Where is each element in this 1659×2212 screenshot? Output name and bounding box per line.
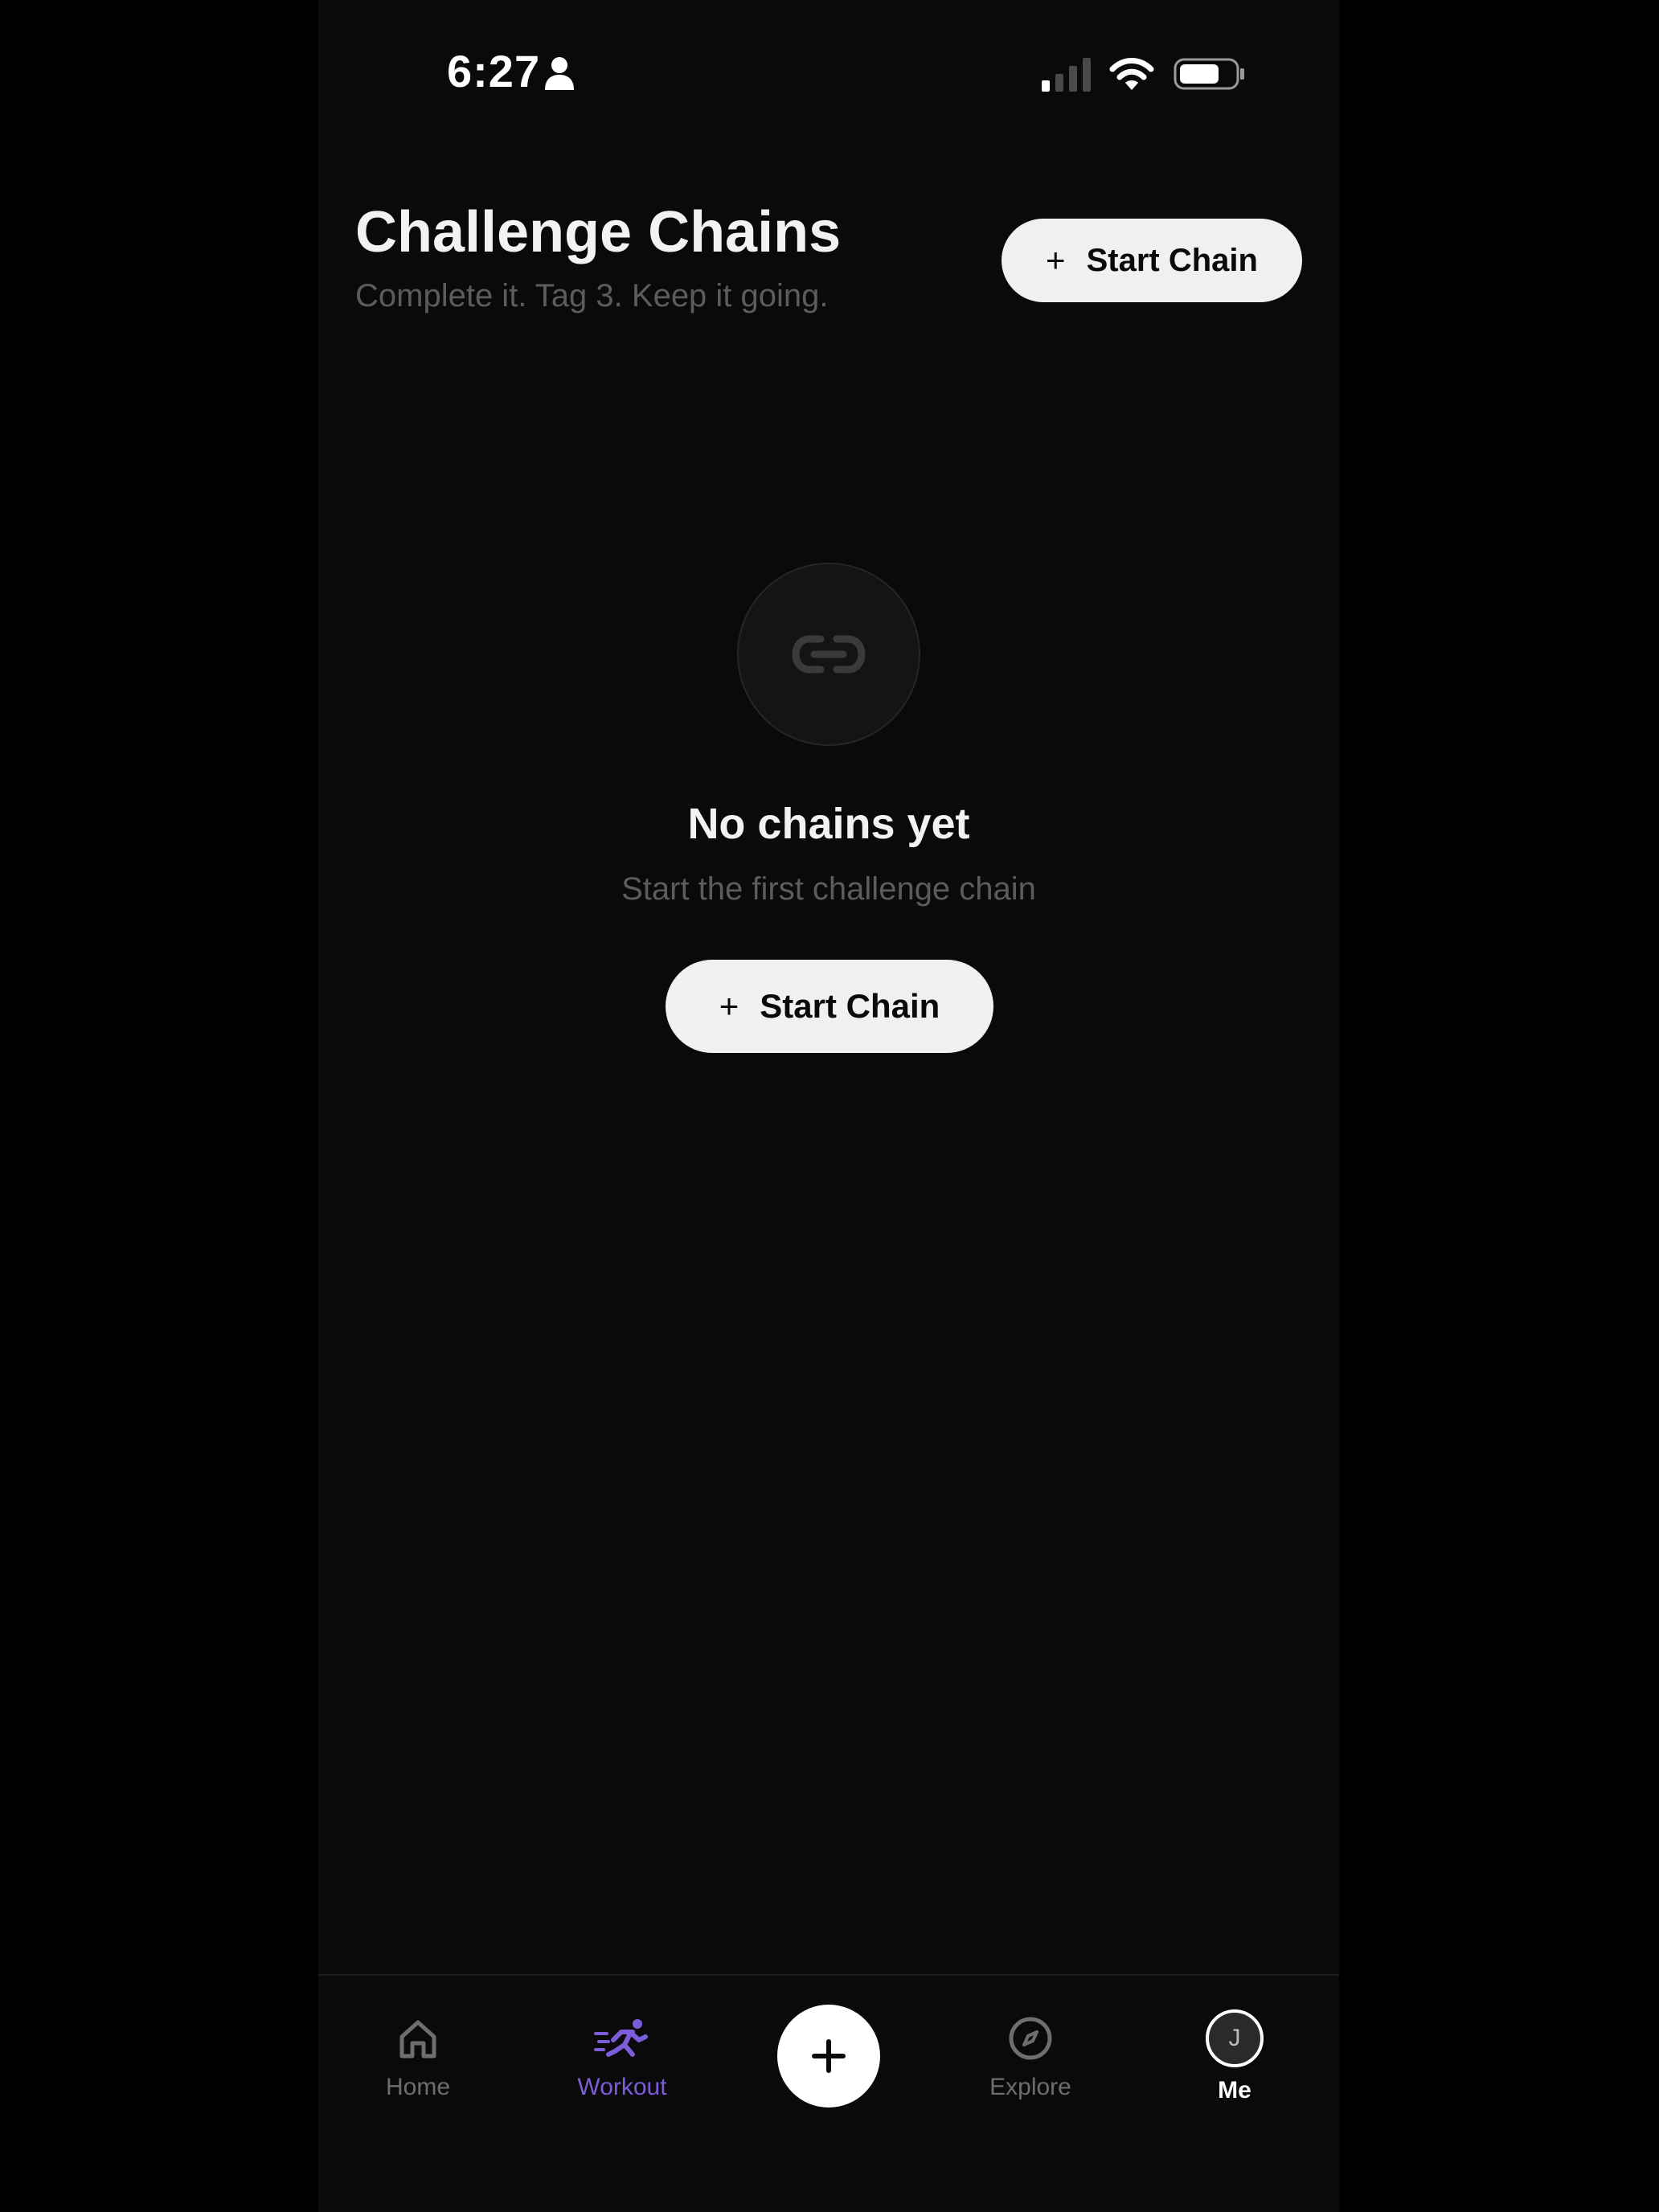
bottom-navigation: Home Workout Explore J Me <box>318 1974 1339 2212</box>
empty-state-title: No chains yet <box>687 800 970 848</box>
empty-state-start-chain-button[interactable]: + Start Chain <box>666 960 993 1053</box>
status-time: 6:27 <box>447 46 541 96</box>
empty-state-button-label: Start Chain <box>760 987 940 1025</box>
cellular-signal-icon <box>1042 58 1091 92</box>
link-icon <box>792 634 866 674</box>
plus-icon: + <box>1046 241 1066 279</box>
empty-state-icon-circle <box>737 563 920 746</box>
nav-item-explore[interactable]: Explore <box>958 2016 1103 2101</box>
home-icon <box>399 2020 436 2058</box>
empty-state-subtitle: Start the first challenge chain <box>621 871 1036 907</box>
nav-label-home: Home <box>385 2074 451 2100</box>
plus-icon: + <box>719 987 739 1025</box>
add-button[interactable] <box>777 2005 880 2108</box>
nav-label-me: Me <box>1218 2077 1251 2103</box>
page-subtitle: Complete it. Tag 3. Keep it going. <box>355 278 829 313</box>
page-title: Challenge Chains <box>355 200 842 264</box>
app-screen: 6:27 Challenge Chains Complete it. Tag 3… <box>318 0 1339 2212</box>
nav-item-home[interactable]: Home <box>346 2016 490 2101</box>
nav-item-workout[interactable]: Workout <box>550 2016 694 2101</box>
start-chain-button-label: Start Chain <box>1086 242 1258 278</box>
running-icon <box>594 2019 648 2057</box>
start-chain-button[interactable]: + Start Chain <box>1002 219 1302 302</box>
nav-label-explore: Explore <box>989 2074 1071 2100</box>
nav-item-me[interactable]: J Me <box>1162 2009 1307 2104</box>
nav-label-workout: Workout <box>577 2074 667 2100</box>
wifi-icon <box>1109 58 1154 90</box>
plus-icon <box>812 2039 846 2073</box>
avatar: J <box>1206 2009 1264 2067</box>
person-icon <box>545 57 574 90</box>
avatar-initial: J <box>1228 2025 1241 2051</box>
battery-icon <box>1174 58 1244 90</box>
compass-icon <box>1009 2017 1052 2060</box>
